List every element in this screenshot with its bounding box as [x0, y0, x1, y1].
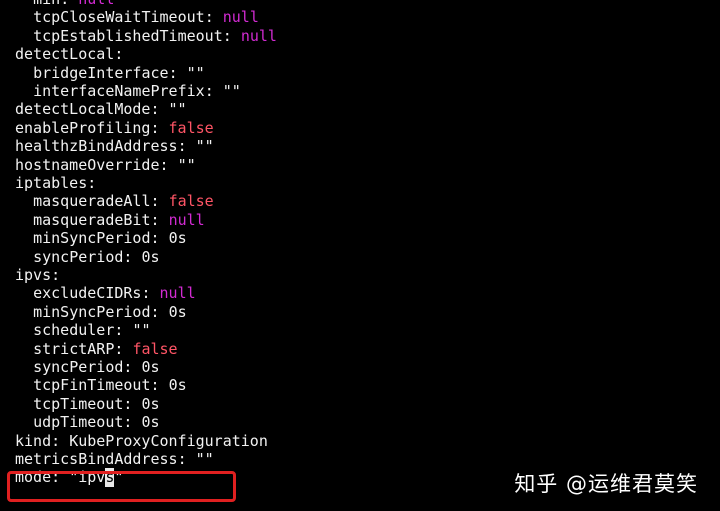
yaml-key: min: [33, 0, 60, 8]
yaml-line: strictARP: false: [33, 339, 178, 358]
yaml-key: interfaceNamePrefix: [33, 82, 205, 100]
yaml-key: tcpCloseWaitTimeout: [33, 8, 205, 27]
watermark: 知乎 @运维君莫笑: [514, 472, 698, 496]
yaml-value: 0s: [168, 229, 187, 248]
yaml-line: bridgeInterface: "": [33, 63, 205, 82]
yaml-key: bridgeInterface: [33, 63, 169, 82]
yaml-line: syncPeriod: 0s: [33, 358, 160, 376]
yaml-value: 0s: [141, 247, 160, 266]
yaml-value: null: [78, 0, 114, 8]
yaml-value: "": [168, 100, 187, 119]
yaml-line: metricsBindAddress: "": [15, 450, 214, 468]
yaml-value: "": [132, 321, 151, 340]
yaml-value: false: [168, 118, 214, 137]
yaml-value: 0s: [141, 413, 160, 432]
yaml-key: minSyncPeriod: [33, 229, 151, 248]
yaml-line: minSyncPeriod: 0s: [33, 302, 187, 321]
yaml-line: tcpEstablishedTimeout: null: [33, 26, 277, 45]
yaml-key: tcpTimeout: [33, 394, 124, 413]
yaml-line: iptables:: [15, 174, 97, 192]
yaml-value: null: [240, 26, 277, 45]
yaml-line: hostnameOverride: "": [15, 155, 196, 174]
yaml-key: kind: [15, 431, 52, 450]
yaml-line: enableProfiling: false: [15, 118, 214, 137]
yaml-line: healthzBindAddress: "": [15, 137, 214, 156]
yaml-key: syncPeriod: [33, 247, 124, 266]
yaml-value: 0s: [141, 394, 160, 413]
yaml-line: detectLocalMode: "": [15, 100, 187, 119]
yaml-value: null: [168, 210, 205, 229]
yaml-value: false: [168, 192, 214, 211]
yaml-line: ipvs:: [15, 266, 61, 284]
yaml-key: metricsBindAddress: [15, 450, 178, 468]
yaml-line: detectLocal:: [15, 45, 124, 64]
yaml-key: ipvs: [15, 266, 52, 284]
yaml-key: scheduler: [33, 321, 115, 340]
yaml-value: "": [186, 63, 205, 82]
yaml-key: hostnameOverride: [15, 155, 160, 174]
yaml-line: udpTimeout: 0s: [33, 413, 160, 432]
yaml-line: masqueradeAll: false: [33, 192, 214, 211]
yaml-value: 0s: [168, 302, 187, 321]
yaml-line: kind: KubeProxyConfiguration: [15, 431, 268, 450]
yaml-value: "": [195, 137, 214, 156]
yaml-value: false: [132, 339, 178, 358]
yaml-key: healthzBindAddress: [15, 137, 178, 156]
yaml-value: 0s: [141, 358, 160, 376]
yaml-key: udpTimeout: [33, 413, 124, 432]
yaml-line: tcpFinTimeout: 0s: [33, 376, 187, 395]
yaml-key: strictARP: [33, 339, 115, 358]
yaml-key: minSyncPeriod: [33, 302, 151, 321]
yaml-key: iptables: [15, 174, 88, 192]
terminal-output[interactable]: min: nulltcpCloseWaitTimeout: nulltcpEst…: [0, 0, 720, 511]
yaml-line: min: null: [33, 0, 114, 8]
yaml-key: masqueradeBit: [33, 210, 151, 229]
yaml-key: enableProfiling: [15, 118, 151, 137]
yaml-value: "": [195, 450, 214, 468]
yaml-value: null: [159, 284, 196, 303]
yaml-value: null: [222, 8, 259, 27]
yaml-value: "": [177, 155, 196, 174]
yaml-line: scheduler: "": [33, 321, 151, 340]
yaml-line: minSyncPeriod: 0s: [33, 229, 187, 248]
yaml-key: tcpFinTimeout: [33, 376, 151, 395]
yaml-line: syncPeriod: 0s: [33, 247, 160, 266]
yaml-line: tcpTimeout: 0s: [33, 394, 160, 413]
yaml-key: excludeCIDRs: [33, 284, 142, 303]
yaml-key: detectLocal: [15, 45, 115, 64]
yaml-key: masqueradeAll: [33, 192, 151, 211]
yaml-line: masqueradeBit: null: [33, 210, 205, 229]
yaml-line: interfaceNamePrefix: "": [33, 82, 241, 100]
mode-highlight-box: [7, 471, 236, 502]
yaml-value: "": [222, 82, 241, 100]
yaml-key: detectLocalMode: [15, 100, 151, 119]
yaml-key: tcpEstablishedTimeout: [33, 26, 223, 45]
yaml-value: 0s: [168, 376, 187, 395]
yaml-value: KubeProxyConfiguration: [69, 431, 268, 450]
yaml-line: excludeCIDRs: null: [33, 284, 196, 303]
yaml-line: tcpCloseWaitTimeout: null: [33, 8, 259, 27]
yaml-key: syncPeriod: [33, 358, 124, 376]
